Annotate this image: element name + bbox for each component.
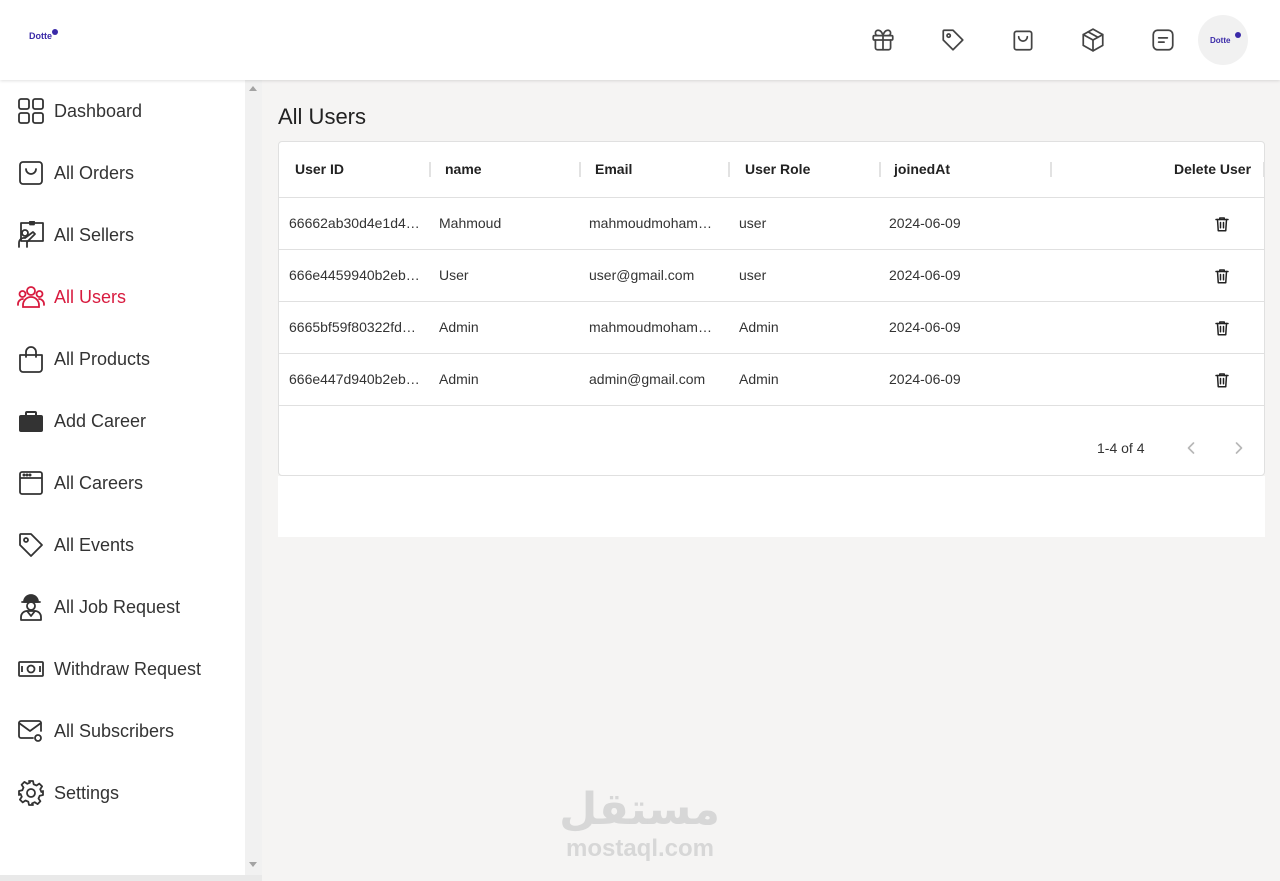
- cell-name: User: [439, 267, 469, 283]
- cell-user-id: 6665bf59f80322fd…: [289, 319, 416, 335]
- watermark-arabic: مستقل: [559, 784, 720, 835]
- delete-trash-icon[interactable]: [1213, 215, 1231, 233]
- avatar[interactable]: Dotte: [1198, 15, 1248, 65]
- chevron-right-icon[interactable]: [1229, 438, 1249, 458]
- cell-role: Admin: [739, 371, 779, 387]
- gift-icon[interactable]: [868, 25, 898, 55]
- cell-joined-at: 2024-06-09: [889, 215, 961, 231]
- cell-name: Admin: [439, 319, 479, 335]
- cell-email: mahmoudmoham…: [589, 319, 712, 335]
- sidebar-item-label: All Users: [54, 286, 127, 307]
- shopping-bag-icon[interactable]: [1008, 25, 1038, 55]
- sidebar-item-dashboard[interactable]: Dashboard: [0, 80, 245, 142]
- column-separator[interactable]: [879, 162, 881, 177]
- cell-role: user: [739, 267, 767, 283]
- sidebar-item-label: All Careers: [54, 472, 144, 493]
- column-header-joined-at[interactable]: joinedAt: [894, 161, 950, 177]
- seller-board-icon: [18, 221, 44, 248]
- chevron-left-icon[interactable]: [1181, 438, 1201, 458]
- cell-email: user@gmail.com: [589, 267, 695, 283]
- worker-icon: [20, 594, 42, 621]
- cell-name: Mahmoud: [439, 215, 502, 231]
- sidebar-item-all-products[interactable]: All Products: [0, 328, 245, 390]
- mail-icon: [18, 720, 42, 742]
- sidebar-item-label: All Subscribers: [54, 720, 175, 741]
- users-table: User ID name Email User Role joinedAt De…: [278, 141, 1265, 476]
- cell-name: Admin: [439, 371, 479, 387]
- sidebar-item-all-careers[interactable]: All Careers: [0, 452, 245, 514]
- sidebar-item-settings[interactable]: Settings: [0, 762, 245, 824]
- column-header-delete-user[interactable]: Delete User: [1174, 161, 1251, 177]
- handbag-icon: [19, 346, 43, 373]
- table-row[interactable]: 6665bf59f80322fd… Admin mahmoudmoham… Ad…: [279, 302, 1264, 354]
- cell-joined-at: 2024-06-09: [889, 267, 961, 283]
- sidebar: Dashboard All Orders All Sellers All Use…: [0, 80, 245, 875]
- sidebar-item-label: All Products: [54, 348, 151, 369]
- sidebar-item-all-sellers[interactable]: All Sellers: [0, 204, 245, 266]
- cell-joined-at: 2024-06-09: [889, 371, 961, 387]
- brand-logo[interactable]: Dotte: [29, 29, 58, 41]
- notes-icon[interactable]: [1148, 25, 1178, 55]
- package-icon[interactable]: [1078, 25, 1108, 55]
- sidebar-item-label: Withdraw Request: [54, 658, 202, 679]
- column-separator[interactable]: [579, 162, 581, 177]
- gear-icon: [18, 780, 44, 806]
- table-row[interactable]: 666e447d940b2eb… Admin admin@gmail.com A…: [279, 354, 1264, 406]
- cell-user-id: 666e447d940b2eb…: [289, 371, 420, 387]
- cell-email: mahmoudmoham…: [589, 215, 712, 231]
- cell-role: Admin: [739, 319, 779, 335]
- pagination-range: 1-4 of 4: [1097, 440, 1145, 456]
- scroll-up-arrow-icon[interactable]: [249, 86, 257, 91]
- table-header: User ID name Email User Role joinedAt De…: [279, 142, 1265, 198]
- sidebar-item-all-job-request[interactable]: All Job Request: [0, 576, 245, 638]
- column-header-user-role[interactable]: User Role: [745, 161, 810, 177]
- sidebar-item-label: All Job Request: [54, 596, 181, 617]
- column-separator[interactable]: [1263, 162, 1265, 177]
- delete-trash-icon[interactable]: [1213, 267, 1231, 285]
- column-separator[interactable]: [429, 162, 431, 177]
- table-row[interactable]: 666e4459940b2eb… User user@gmail.com use…: [279, 250, 1264, 302]
- column-separator[interactable]: [1050, 162, 1052, 177]
- sidebar-item-all-orders[interactable]: All Orders: [0, 142, 245, 204]
- watermark: مستقل mostaql.com: [559, 784, 720, 863]
- cell-email: admin@gmail.com: [589, 371, 706, 387]
- tag-icon: [19, 533, 43, 557]
- delete-trash-icon[interactable]: [1213, 371, 1231, 389]
- sidebar-item-all-subscribers[interactable]: All Subscribers: [0, 700, 245, 762]
- money-icon: [18, 661, 44, 677]
- dashboard-grid-icon: [18, 98, 44, 124]
- watermark-latin: mostaql.com: [565, 835, 715, 862]
- sidebar-item-label: Settings: [54, 782, 120, 803]
- column-header-name[interactable]: name: [445, 161, 482, 177]
- scroll-down-arrow-icon[interactable]: [249, 862, 257, 867]
- sidebar-item-withdraw-request[interactable]: Withdraw Request: [0, 638, 245, 700]
- horizontal-scrollbar[interactable]: [0, 875, 262, 881]
- cell-user-id: 66662ab30d4e1d4…: [289, 215, 420, 231]
- delete-trash-icon[interactable]: [1213, 319, 1231, 337]
- column-header-email[interactable]: Email: [595, 161, 632, 177]
- cell-user-id: 666e4459940b2eb…: [289, 267, 420, 283]
- cell-role: user: [739, 215, 767, 231]
- sidebar-item-add-career[interactable]: Add Career: [0, 390, 245, 452]
- sidebar-item-label: All Orders: [54, 162, 135, 183]
- sidebar-item-all-events[interactable]: All Events: [0, 514, 245, 576]
- column-separator[interactable]: [728, 162, 730, 177]
- sidebar-item-label: All Events: [54, 534, 135, 555]
- shopping-bag-icon: [19, 161, 43, 185]
- sidebar-item-all-users[interactable]: All Users: [0, 266, 245, 328]
- top-bar: Dotte Dotte: [0, 0, 1280, 80]
- cell-joined-at: 2024-06-09: [889, 319, 961, 335]
- column-header-user-id[interactable]: User ID: [295, 161, 344, 177]
- sidebar-scrollbar[interactable]: [245, 80, 262, 875]
- sidebar-item-label: All Sellers: [54, 224, 135, 245]
- table-footer-panel: [278, 476, 1265, 537]
- sidebar-item-label: Dashboard: [54, 100, 143, 121]
- sidebar-item-label: Add Career: [54, 410, 147, 431]
- briefcase-icon: [19, 411, 43, 432]
- window-icon: [19, 471, 43, 495]
- users-group-icon: [17, 286, 45, 308]
- page-title: All Users: [278, 104, 367, 129]
- tag-icon[interactable]: [938, 25, 968, 55]
- table-row[interactable]: 66662ab30d4e1d4… Mahmoud mahmoudmoham… u…: [279, 198, 1264, 250]
